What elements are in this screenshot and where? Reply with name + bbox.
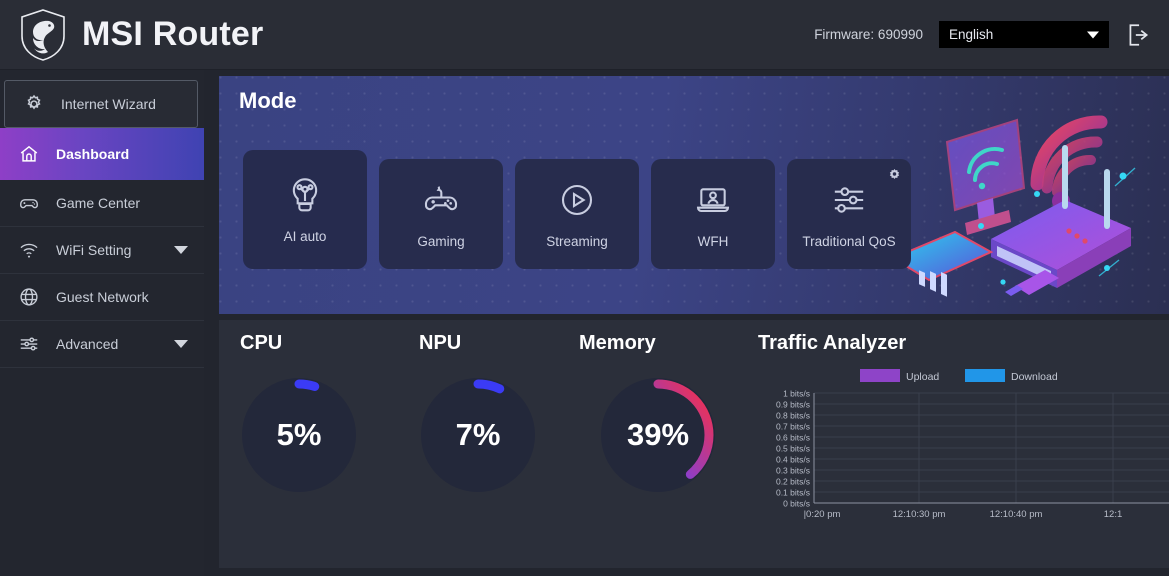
home-icon	[20, 145, 38, 162]
firmware-version: Firmware: 690990	[814, 27, 923, 42]
main-content: Mode AI auto Gaming Streaming WFH Tradit…	[219, 76, 1169, 576]
chart-legend: Upload Download	[860, 369, 1058, 383]
chart-y-tick-label: 0.2 bits/s	[776, 477, 810, 487]
chart-y-tick-label: 0.1 bits/s	[776, 488, 810, 498]
mode-card-label: AI auto	[283, 229, 327, 244]
mode-card-label: Traditional QoS	[802, 233, 896, 249]
mode-card-traditional-qos[interactable]: Traditional QoS	[787, 159, 911, 269]
sidebar-item-wifi-setting[interactable]: WiFi Setting	[0, 227, 204, 274]
laptop-person-icon	[696, 187, 730, 212]
mode-card-list: AI auto Gaming Streaming WFH Traditional…	[243, 150, 911, 269]
traffic-chart: Upload Download 0 bits/s 0.1 bits/s 0.2 bi…	[758, 360, 1169, 556]
sidebar-item-label: WiFi Setting	[56, 242, 132, 258]
sidebar-item-advanced[interactable]: Advanced	[0, 321, 204, 368]
traffic-analyzer-title: Traffic Analyzer	[758, 332, 907, 354]
npu-gauge: 7%	[419, 376, 537, 494]
mode-card-ai-auto[interactable]: AI auto	[243, 150, 367, 269]
chart-y-tick-label: 0.8 bits/s	[776, 411, 810, 421]
chart-y-tick-label: 0.9 bits/s	[776, 400, 810, 410]
chevron-down-icon	[174, 340, 188, 348]
chevron-down-icon	[1087, 31, 1099, 38]
chevron-down-icon	[174, 246, 188, 254]
mode-card-gaming[interactable]: Gaming	[379, 159, 503, 269]
chart-x-tick-label: 12:1	[1104, 509, 1123, 520]
gamepad-icon	[424, 185, 458, 210]
sidebar-item-label: Game Center	[56, 195, 141, 211]
chart-x-tick-label: |0:20 pm	[804, 509, 841, 520]
cpu-value: 5%	[276, 417, 322, 452]
mode-card-streaming[interactable]: Streaming	[515, 159, 639, 269]
legend-swatch-download	[965, 369, 1005, 382]
language-select[interactable]: English	[939, 21, 1109, 48]
traffic-chart-svg: Upload Download 0 bits/s0.1 bits/s0.2 bi…	[776, 369, 1169, 520]
npu-title: NPU	[419, 332, 462, 354]
sidebar-item-internet-wizard[interactable]: Internet Wizard	[4, 80, 198, 128]
chart-y-tick-label: 0.7 bits/s	[776, 422, 810, 432]
globe-icon	[20, 288, 38, 306]
legend-swatch-upload	[860, 369, 900, 382]
stats-panel: CPU NPU Memory Traffic Analyzer 5% 7% 39…	[219, 320, 1169, 568]
sliders-icon	[834, 186, 864, 213]
mode-card-label: Streaming	[546, 233, 608, 249]
memory-gauge: 39%	[599, 376, 717, 494]
sidebar-item-label: Guest Network	[56, 289, 149, 305]
mode-panel-title: Mode	[239, 88, 297, 113]
logout-icon[interactable]	[1125, 22, 1151, 48]
sidebar: Internet Wizard Dashboard Game Center Wi…	[0, 70, 204, 576]
cpu-title: CPU	[240, 332, 283, 354]
router-network-illustration	[880, 115, 1136, 297]
mode-card-label: WFH	[697, 233, 729, 249]
sidebar-item-game-center[interactable]: Game Center	[0, 180, 204, 227]
chart-y-tick-label: 0.5 bits/s	[776, 444, 810, 454]
sliders-icon	[20, 337, 38, 351]
chart-x-ticks: |0:20 pm 12:10:30 pm 12:10:40 pm 12:1	[804, 509, 1123, 520]
gear-icon[interactable]	[888, 168, 901, 181]
sidebar-item-label: Dashboard	[56, 146, 130, 162]
brand: MSI Router	[18, 8, 263, 62]
play-circle-icon	[561, 184, 593, 215]
npu-value: 7%	[455, 417, 501, 452]
chart-y-tick-label: 1 bits/s	[783, 389, 810, 399]
chart-y-tick-label: 0.4 bits/s	[776, 455, 810, 465]
sidebar-item-label: Internet Wizard	[61, 96, 156, 112]
sidebar-item-guest-network[interactable]: Guest Network	[0, 274, 204, 321]
chart-y-gridlines	[814, 392, 1169, 504]
mode-card-label: Gaming	[417, 233, 465, 249]
mode-card-wfh[interactable]: WFH	[651, 159, 775, 269]
chart-y-ticks: 0 bits/s0.1 bits/s0.2 bits/s0.3 bits/s0.…	[776, 389, 810, 509]
legend-label-upload: Upload	[906, 371, 939, 383]
chart-y-tick-label: 0.3 bits/s	[776, 466, 810, 476]
gamepad-icon	[20, 199, 38, 209]
lightbulb-ai-icon	[292, 178, 318, 212]
memory-title: Memory	[579, 332, 656, 354]
gear-icon	[27, 94, 41, 110]
header-right-group: Firmware: 690990 English	[814, 21, 1151, 48]
chart-y-tick-label: 0.6 bits/s	[776, 433, 810, 443]
chart-x-tick-label: 12:10:40 pm	[990, 509, 1043, 520]
language-select-value: English	[949, 27, 994, 42]
cpu-gauge: 5%	[240, 376, 358, 494]
chart-x-tick-label: 12:10:30 pm	[893, 509, 946, 520]
memory-value: 39%	[626, 417, 690, 452]
chart-y-tick-label: 0 bits/s	[783, 499, 810, 509]
msi-dragon-shield-logo	[21, 8, 65, 61]
wifi-icon	[20, 243, 38, 258]
sidebar-item-label: Advanced	[56, 336, 119, 352]
app-header: MSI Router Firmware: 690990 English	[0, 0, 1169, 70]
sidebar-item-dashboard[interactable]: Dashboard	[0, 128, 204, 180]
legend-label-download: Download	[1011, 371, 1058, 383]
page-title: MSI Router	[82, 15, 264, 53]
mode-panel: Mode AI auto Gaming Streaming WFH Tradit…	[219, 76, 1169, 314]
